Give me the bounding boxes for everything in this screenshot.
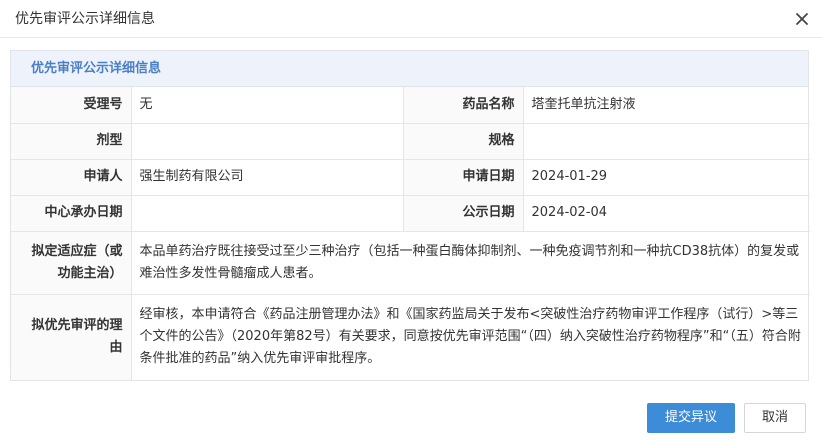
- table-row: 剂型 规格: [11, 122, 810, 159]
- section-title: 优先审评公示详细信息: [11, 51, 808, 87]
- table-row: 拟定适应症（或功能主治） 本品单药治疗既往接受过至少三种治疗（包括一种蛋白酶体抑…: [11, 230, 810, 294]
- reason-label: 拟优先审评的理由: [11, 293, 132, 380]
- table-row: 拟优先审评的理由 经审核，本申请符合《药品注册管理办法》和《国家药监局关于发布<…: [11, 293, 810, 380]
- submit-objection-button[interactable]: 提交异议: [647, 403, 735, 433]
- accept-no-value: 无: [131, 87, 404, 123]
- apply-date-value: 2024-01-29: [523, 158, 810, 195]
- spec-label: 规格: [403, 122, 524, 159]
- publish-date-label: 公示日期: [403, 194, 524, 231]
- center-date-label: 中心承办日期: [11, 194, 132, 231]
- dialog-title: 优先审评公示详细信息: [15, 11, 155, 27]
- applicant-label: 申请人: [11, 158, 132, 195]
- center-date-value: [131, 194, 404, 231]
- reason-value: 经审核，本申请符合《药品注册管理办法》和《国家药监局关于发布<突破性治疗药物审评…: [131, 293, 810, 380]
- detail-table: 受理号 无 药品名称 塔奎托单抗注射液 剂型 规格 申请人 强生制药有限公司 申…: [11, 87, 810, 380]
- indication-label: 拟定适应症（或功能主治）: [11, 230, 132, 294]
- detail-panel: 优先审评公示详细信息 受理号 无 药品名称 塔奎托单抗注射液 剂型 规格 申请人…: [10, 50, 810, 381]
- accept-no-label: 受理号: [11, 87, 132, 123]
- table-row: 中心承办日期 公示日期 2024-02-04: [11, 194, 810, 231]
- table-row: 申请人 强生制药有限公司 申请日期 2024-01-29: [11, 158, 810, 195]
- dosage-form-label: 剂型: [11, 122, 132, 159]
- spec-value: [523, 122, 810, 159]
- apply-date-label: 申请日期: [403, 158, 524, 195]
- dosage-form-value: [131, 122, 404, 159]
- applicant-value: 强生制药有限公司: [131, 158, 404, 195]
- dialog-header: 优先审评公示详细信息: [0, 0, 822, 38]
- drug-name-value: 塔奎托单抗注射液: [531, 96, 636, 112]
- publish-date-value: 2024-02-04: [523, 194, 810, 231]
- drug-name-label: 药品名称: [403, 87, 524, 123]
- close-icon[interactable]: [792, 9, 812, 29]
- indication-value: 本品单药治疗既往接受过至少三种治疗（包括一种蛋白酶体抑制剂、一种免疫调节剂和一种…: [131, 230, 810, 294]
- table-row: 受理号 无 药品名称 塔奎托单抗注射液: [11, 87, 810, 123]
- cancel-button[interactable]: 取消: [744, 403, 806, 433]
